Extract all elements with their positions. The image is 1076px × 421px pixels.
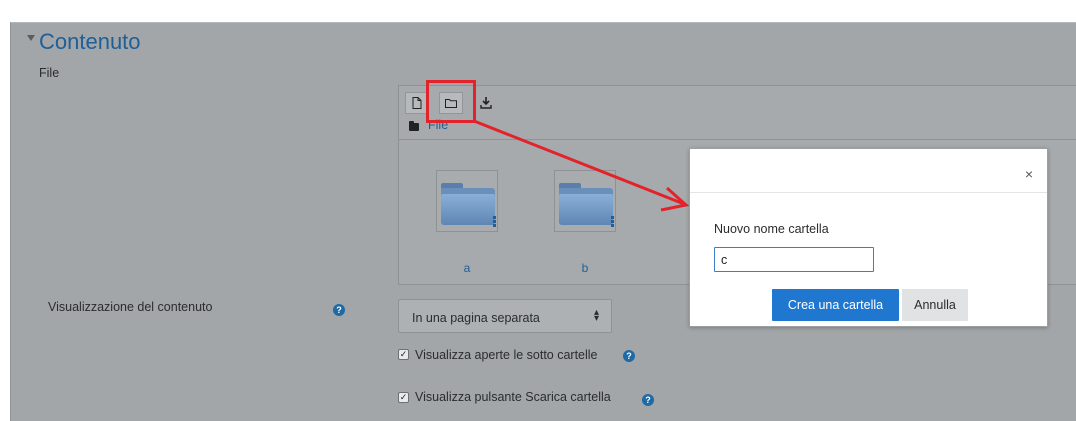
folder-tile[interactable] bbox=[554, 170, 616, 232]
download-icon bbox=[480, 97, 492, 109]
show-download-checkbox[interactable]: ✓ bbox=[398, 392, 409, 403]
annotation-highlight-box bbox=[426, 80, 476, 123]
section-title[interactable]: Contenuto bbox=[39, 29, 141, 55]
folder-icon bbox=[409, 121, 419, 131]
screenshot-stage: Contenuto File Visualizzazione del conte… bbox=[0, 0, 1076, 421]
create-folder-button[interactable]: Crea una cartella bbox=[772, 289, 899, 321]
file-manager-toolbar: File bbox=[399, 86, 1076, 140]
new-folder-dialog: × Nuovo nome cartella Crea una cartella … bbox=[689, 148, 1048, 327]
more-options-icon[interactable] bbox=[493, 216, 496, 228]
folder-name-label: Nuovo nome cartella bbox=[714, 222, 829, 236]
folder-icon bbox=[441, 183, 495, 225]
file-field-label: File bbox=[39, 66, 60, 80]
select-caret-icon: ▴ ▾ bbox=[593, 307, 599, 324]
close-icon[interactable]: × bbox=[1025, 167, 1033, 181]
show-download-label: Visualizza pulsante Scarica cartella bbox=[415, 390, 611, 404]
help-icon[interactable]: ? bbox=[642, 394, 654, 406]
cancel-button[interactable]: Annulla bbox=[902, 289, 968, 321]
display-label: Visualizzazione del contenuto bbox=[48, 300, 213, 314]
help-icon[interactable]: ? bbox=[623, 350, 635, 362]
folder-icon bbox=[559, 183, 613, 225]
folder-name[interactable]: b bbox=[554, 261, 616, 275]
display-select[interactable]: In una pagina separata ▴ ▾ bbox=[398, 299, 612, 333]
add-file-icon bbox=[412, 97, 422, 109]
folder-tile[interactable] bbox=[436, 170, 498, 232]
display-select-value: In una pagina separata bbox=[412, 311, 540, 325]
download-button[interactable] bbox=[474, 92, 498, 114]
show-expanded-label: Visualizza aperte le sotto cartelle bbox=[415, 348, 598, 362]
more-options-icon[interactable] bbox=[611, 216, 614, 228]
show-expanded-checkbox[interactable]: ✓ bbox=[398, 349, 409, 360]
collapse-caret-icon[interactable] bbox=[27, 35, 35, 41]
folder-name[interactable]: a bbox=[436, 261, 498, 275]
help-icon[interactable]: ? bbox=[333, 304, 345, 316]
folder-name-input[interactable] bbox=[714, 247, 874, 272]
dialog-header: × bbox=[690, 149, 1047, 193]
